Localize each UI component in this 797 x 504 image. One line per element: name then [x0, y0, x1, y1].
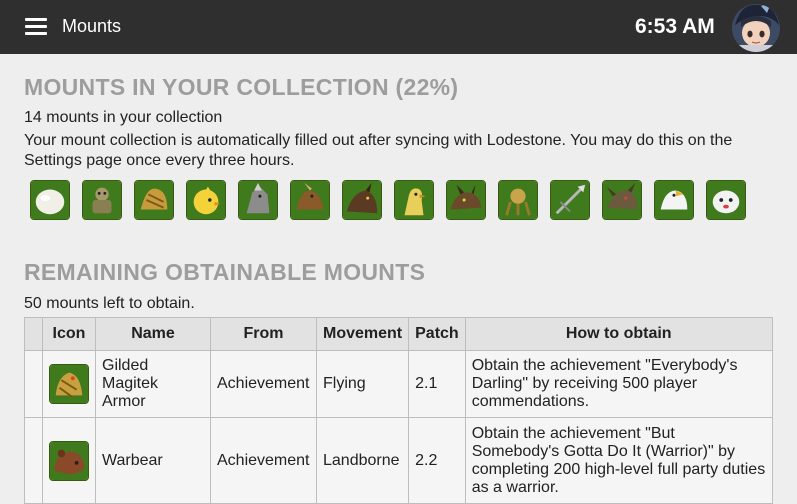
collection-count: 14 mounts in your collection [24, 109, 223, 126]
how-to-obtain-cell: Obtain the achievement "But Somebody's G… [464, 417, 773, 504]
collection-note-line1: Your mount collection is automatically f… [24, 132, 733, 149]
how-to-obtain-cell: Obtain the achievement "Everybody's Darl… [464, 350, 773, 418]
drake-mount-icon[interactable] [446, 180, 486, 220]
how-line: Obtain the achievement "But [471, 424, 675, 442]
column-header-movement[interactable]: Movement [315, 317, 410, 351]
remaining-heading: REMAINING OBTAINABLE MOUNTS [24, 259, 426, 285]
white-egg-mount-icon[interactable] [30, 180, 70, 220]
row-select-cell[interactable] [24, 417, 43, 504]
column-header-patch[interactable]: Patch [408, 317, 466, 351]
column-header-select[interactable] [24, 317, 43, 351]
how-line: completing 200 high-level full party dut… [471, 460, 766, 478]
icon-cell [42, 417, 96, 504]
gold-bird-mount-icon[interactable] [134, 180, 174, 220]
how-line: commendations. [471, 393, 590, 410]
spear-mount-icon[interactable] [550, 180, 590, 220]
gilded-magitek-armor-icon [49, 364, 89, 404]
mount-name-line: Magitek [102, 375, 159, 392]
how-line: Somebody's Gotta Do It (Warrior)" by [471, 442, 736, 460]
white-bird-mount-icon[interactable] [654, 180, 694, 220]
movement-cell: Landborne [315, 417, 410, 504]
clock: 6:53 AM [635, 15, 715, 38]
patch-cell: 2.1 [408, 350, 466, 418]
name-cell: Gilded Magitek Armor [95, 350, 211, 418]
name-cell: Warbear [95, 417, 211, 504]
column-header-name[interactable]: Name [95, 317, 211, 351]
collection-note-line2: Settings page once every three hours. [24, 152, 295, 169]
magitek-mount-icon[interactable] [498, 180, 538, 220]
hamburger-menu-icon[interactable] [25, 18, 47, 36]
table-header-row: Icon Name From Movement Patch How to obt… [24, 317, 773, 351]
remaining-count: 50 mounts left to obtain. [24, 295, 195, 312]
how-line: Darling" by receiving 500 player [471, 375, 698, 392]
grey-beast-mount-icon[interactable] [238, 180, 278, 220]
white-creature-mount-icon[interactable] [706, 180, 746, 220]
movement-cell: Flying [315, 350, 410, 418]
table-row[interactable]: Warbear Achievement Landborne 2.2 Obtain… [24, 417, 773, 504]
dragon-mount-icon[interactable] [602, 180, 642, 220]
how-line: Obtain the achievement "Everybody's [471, 357, 738, 374]
yellow-chocobo-mount-icon[interactable] [186, 180, 226, 220]
column-header-from[interactable]: From [210, 317, 317, 351]
icon-cell [42, 350, 96, 418]
avatar-icon[interactable] [731, 3, 781, 53]
top-bar: Mounts 6:53 AM [0, 0, 797, 54]
remaining-mounts-table: Icon Name From Movement Patch How to obt… [24, 317, 773, 504]
column-header-icon[interactable]: Icon [42, 317, 96, 351]
app-title: Mounts [62, 16, 122, 36]
griffin-mount-icon[interactable] [290, 180, 330, 220]
goblin-mech-mount-icon[interactable] [82, 180, 122, 220]
chocobo-mount-icon[interactable] [394, 180, 434, 220]
from-cell: Achievement [210, 417, 317, 504]
column-header-how-to-obtain[interactable]: How to obtain [464, 317, 773, 351]
mount-name-line: Armor [102, 393, 146, 410]
row-select-cell[interactable] [24, 350, 43, 418]
warbear-icon [49, 440, 89, 481]
patch-cell: 2.2 [408, 417, 466, 504]
collection-heading: MOUNTS IN YOUR COLLECTION (22%) [24, 74, 459, 100]
mount-name-line: Gilded [102, 357, 149, 374]
dark-beast-mount-icon[interactable] [342, 180, 382, 220]
table-row[interactable]: Gilded Magitek Armor Achievement Flying … [24, 350, 773, 418]
from-cell: Achievement [210, 350, 317, 418]
